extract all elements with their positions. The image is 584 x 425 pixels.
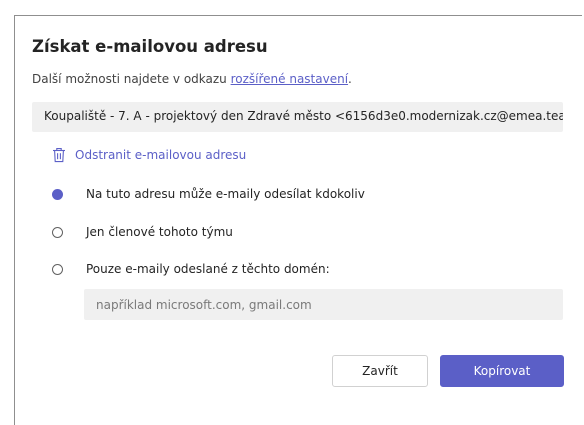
radio-option-anyone[interactable]: Na tuto adresu může e-maily odesílat kdo…	[52, 184, 365, 204]
radio-button[interactable]	[52, 263, 63, 275]
radio-button[interactable]	[52, 226, 63, 238]
radio-option-team-members[interactable]: Jen členové tohoto týmu	[52, 222, 233, 242]
radio-button-checked[interactable]	[52, 188, 63, 200]
dialog-title: Získat e-mailovou adresu	[32, 37, 268, 56]
email-address-box[interactable]: Koupaliště - 7. A - projektový den Zdrav…	[32, 102, 563, 132]
radio-option-label: Pouze e-maily odeslané z těchto domén:	[86, 262, 330, 276]
subtitle-text: Další možnosti najdete v odkazu	[32, 72, 231, 86]
remove-email-button[interactable]: Odstranit e-mailovou adresu	[52, 145, 246, 165]
email-address-value: Koupaliště - 7. A - projektový den Zdrav…	[44, 109, 563, 123]
remove-email-label: Odstranit e-mailovou adresu	[75, 148, 247, 162]
domain-input[interactable]	[84, 289, 563, 320]
radio-option-label: Na tuto adresu může e-maily odesílat kdo…	[86, 187, 365, 201]
trash-icon	[52, 147, 66, 163]
advanced-settings-link[interactable]: rozšířené nastavení	[231, 72, 348, 86]
close-button[interactable]: Zavřít	[332, 355, 428, 387]
radio-option-label: Jen členové tohoto týmu	[86, 225, 233, 239]
dialog-subtitle: Další možnosti najdete v odkazu rozšířen…	[32, 72, 352, 86]
copy-button[interactable]: Kopírovat	[440, 355, 564, 387]
radio-option-domains[interactable]: Pouze e-maily odeslané z těchto domén:	[52, 259, 330, 279]
subtitle-period: .	[348, 72, 352, 86]
